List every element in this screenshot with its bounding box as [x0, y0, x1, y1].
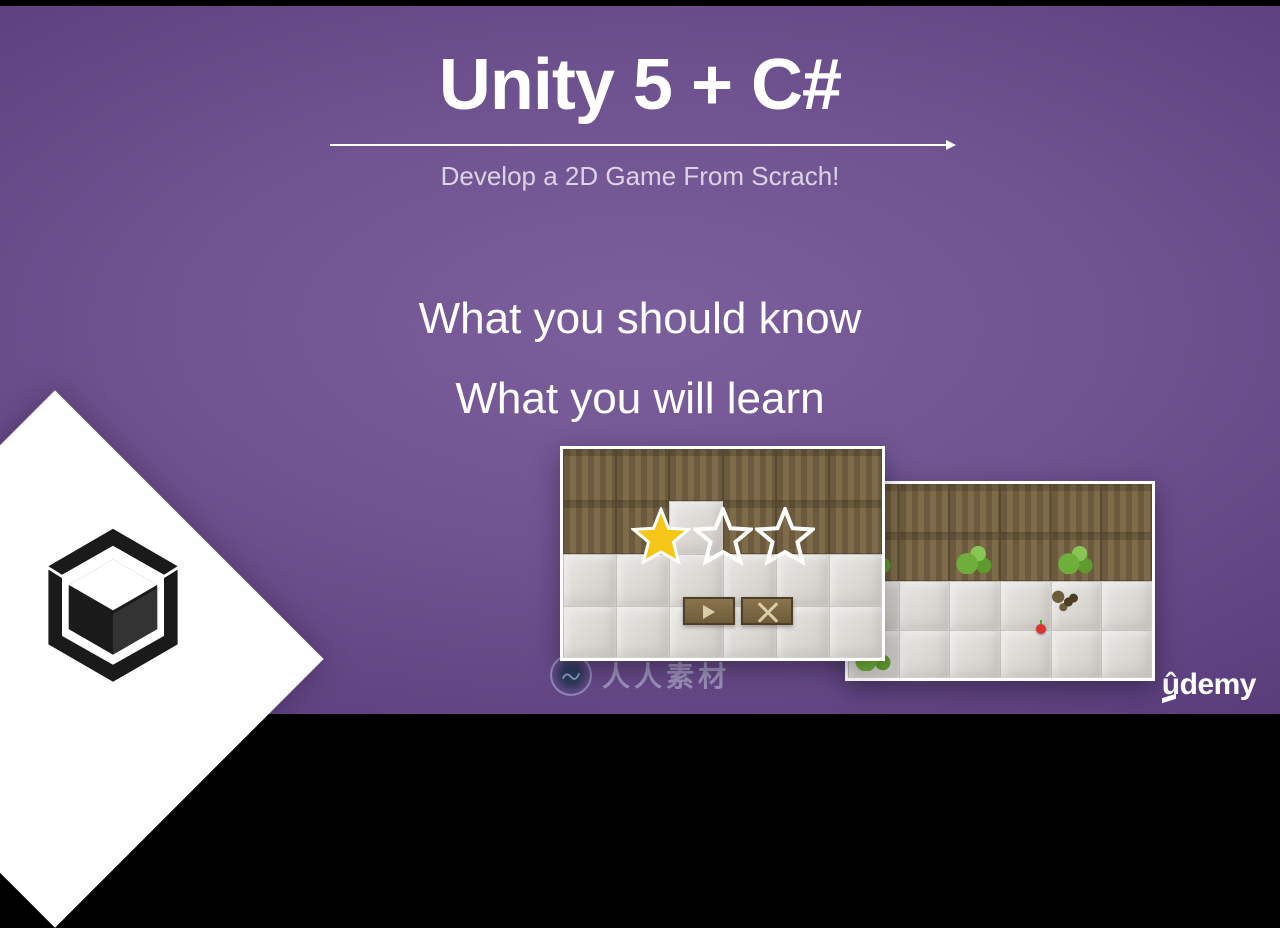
- game-screenshot-1: [560, 446, 885, 661]
- star-rating: [631, 507, 815, 567]
- star-outline-icon: [693, 507, 753, 567]
- watermark-text: 人人素材: [602, 655, 730, 695]
- tile-grid: [848, 484, 1152, 678]
- topic-line-1: What you should know: [0, 294, 1280, 344]
- topic-line-2: What you will learn: [0, 374, 1280, 424]
- course-subtitle: Develop a 2D Game From Scrach!: [0, 161, 1280, 192]
- slide: Unity 5 + C# Develop a 2D Game From Scra…: [0, 6, 1280, 714]
- title-underline: [330, 144, 950, 146]
- unity-logo-icon: [28, 522, 198, 692]
- star-filled-icon: [631, 507, 691, 567]
- game-screenshot-2: [845, 481, 1155, 681]
- course-title: Unity 5 + C#: [0, 44, 1280, 126]
- udemy-brand: ûdemy: [1162, 668, 1256, 702]
- apple-icon: [1036, 624, 1046, 634]
- play-sign-icon: [683, 597, 735, 625]
- close-sign-icon: [741, 597, 793, 625]
- debris-icon: [1048, 589, 1082, 615]
- star-outline-icon: [755, 507, 815, 567]
